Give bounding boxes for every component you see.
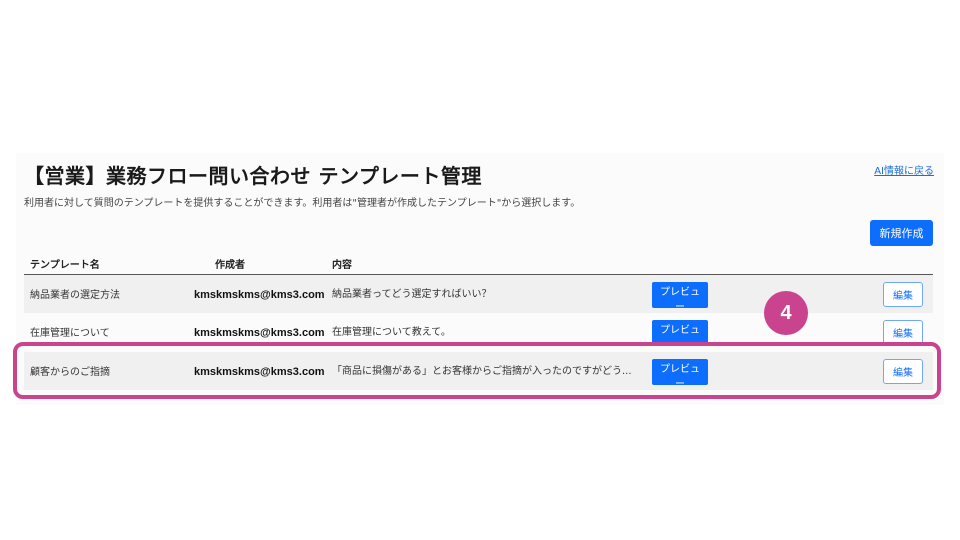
edit-button[interactable]: 編集 [883,359,923,384]
template-name: 顧客からのご指摘 [30,367,110,378]
template-author: kmskmskms@kms3.com [194,289,325,301]
create-new-button[interactable]: 新規作成 [870,220,933,246]
template-name: 納品業者の選定方法 [30,290,120,301]
page-title: 【営業】業務フロー問い合わせ テンプレート管理 [24,164,482,188]
template-content: 納品業者ってどう選定すればいい？ [332,289,492,300]
template-author: kmskmskms@kms3.com [194,366,325,378]
preview-button[interactable]: プレビュー [652,359,708,390]
template-author: kmskmskms@kms3.com [194,327,325,339]
preview-button[interactable]: プレビュー [652,320,708,351]
step-number-badge: 4 [764,291,808,335]
back-to-ai-info-link[interactable]: AI情報に戻る [874,162,934,177]
template-name: 在庫管理について [30,328,110,339]
edit-button[interactable]: 編集 [883,320,923,345]
column-header-name: テンプレート名 [30,260,100,271]
page-description: 利用者に対して質問のテンプレートを提供することができます。利用者は"管理者が作成… [24,198,581,209]
column-header-author: 作成者 [215,260,245,271]
edit-button[interactable]: 編集 [883,282,923,307]
column-header-content: 内容 [332,260,352,271]
table-row: 顧客からのご指摘 kmskmskms@kms3.com 「商品に損傷がある」とお… [24,352,933,390]
template-content: 「商品に損傷がある」とお客様からご指摘が入ったのですがどう... [332,366,632,377]
preview-button[interactable]: プレビュー [652,282,708,313]
template-content: 在庫管理について教えて。 [332,327,451,338]
